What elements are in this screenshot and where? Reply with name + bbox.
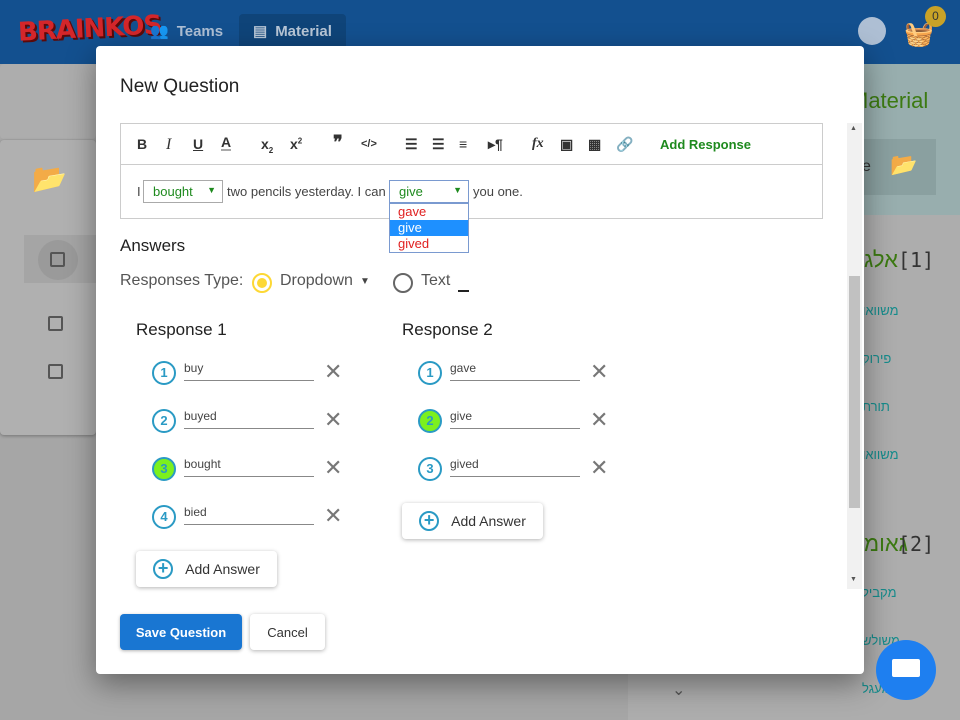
answer-number-badge[interactable]: 1 bbox=[152, 361, 176, 385]
add-response-button[interactable]: Add Response bbox=[660, 137, 751, 152]
row-checkbox[interactable] bbox=[48, 316, 63, 331]
answer-row: 1 buy ✕ bbox=[152, 361, 352, 387]
answers-title: Answers bbox=[120, 236, 186, 255]
dialog-scrollbar[interactable]: ▲ ▼ bbox=[847, 123, 862, 589]
new-question-dialog: New Question B I U A x2 x2 ❞ </> ☰ ☰ ≡ ▸… bbox=[96, 46, 864, 674]
formula-icon[interactable]: fx bbox=[532, 136, 544, 152]
close-icon[interactable]: ✕ bbox=[590, 457, 608, 479]
answer-input[interactable]: buy bbox=[184, 359, 314, 381]
bullet-list-icon[interactable]: ☰ bbox=[432, 136, 445, 153]
cancel-button[interactable]: Cancel bbox=[250, 614, 325, 650]
italic-icon[interactable]: I bbox=[166, 136, 171, 154]
text-input-icon bbox=[458, 290, 469, 292]
text-radio[interactable] bbox=[393, 273, 413, 293]
answer-row: 3 gived ✕ bbox=[418, 457, 618, 483]
superscript-icon[interactable]: x2 bbox=[290, 136, 302, 152]
answer-input[interactable]: bought bbox=[184, 455, 314, 477]
quote-icon[interactable]: ❞ bbox=[333, 132, 343, 153]
answer-number-badge[interactable]: 3 bbox=[418, 457, 442, 481]
text-direction-icon[interactable]: ▸¶ bbox=[488, 136, 503, 153]
dialog-title: New Question bbox=[120, 76, 240, 97]
folder-open-icon[interactable]: 📂 bbox=[890, 152, 917, 178]
close-icon[interactable]: ✕ bbox=[324, 361, 342, 383]
ordered-list-icon[interactable]: ☰ bbox=[405, 136, 418, 153]
answer-number-badge[interactable]: 4 bbox=[152, 505, 176, 529]
response-2-select[interactable]: give ▼ bbox=[389, 180, 469, 203]
answer-input[interactable]: gave bbox=[450, 359, 580, 381]
option-gave[interactable]: gave bbox=[390, 204, 468, 220]
caret-down-icon: ▼ bbox=[360, 276, 370, 287]
response-1-select[interactable]: bought ▼ bbox=[143, 180, 223, 203]
response-2-options: gave give gived bbox=[389, 203, 469, 253]
answer-row: 4 bied ✕ bbox=[152, 505, 352, 531]
option-gived[interactable]: gived bbox=[390, 236, 468, 252]
plus-circle-icon: + bbox=[419, 511, 440, 531]
answer-row: 3 bought ✕ bbox=[152, 457, 352, 483]
answer-number-badge[interactable]: 1 bbox=[418, 361, 442, 385]
answer-number-badge[interactable]: 3 bbox=[152, 457, 176, 481]
answer-row: 2 give ✕ bbox=[418, 409, 618, 435]
plus-circle-icon: + bbox=[153, 559, 174, 579]
scrollbar-thumb[interactable] bbox=[849, 276, 860, 508]
account-icon[interactable] bbox=[858, 17, 886, 45]
answer-row: 1 gave ✕ bbox=[418, 361, 618, 387]
chevron-down-icon[interactable]: ⌄ bbox=[672, 680, 685, 700]
close-icon[interactable]: ✕ bbox=[324, 457, 342, 479]
nav-material[interactable]: ▤ Material bbox=[239, 14, 346, 48]
add-answer-button[interactable]: + Add Answer bbox=[402, 503, 543, 539]
subscript-icon[interactable]: x2 bbox=[261, 136, 273, 155]
nav-teams[interactable]: 👥 Teams bbox=[136, 14, 237, 48]
align-icon[interactable]: ≡ bbox=[459, 136, 467, 152]
left-top-card bbox=[0, 64, 96, 139]
link-icon[interactable]: 🔗 bbox=[616, 136, 633, 153]
chat-icon bbox=[892, 659, 920, 677]
chat-button[interactable] bbox=[876, 640, 936, 700]
option-give[interactable]: give bbox=[390, 220, 468, 236]
answer-input[interactable]: bied bbox=[184, 503, 314, 525]
answer-row: 2 buyed ✕ bbox=[152, 409, 352, 435]
select-all-checkbox[interactable] bbox=[50, 252, 65, 267]
save-question-button[interactable]: Save Question bbox=[120, 614, 242, 650]
dropdown-radio[interactable] bbox=[252, 273, 272, 293]
add-answer-button[interactable]: + Add Answer bbox=[136, 551, 277, 587]
close-icon[interactable]: ✕ bbox=[590, 409, 608, 431]
code-icon[interactable]: </> bbox=[361, 138, 377, 150]
answer-input[interactable]: gived bbox=[450, 455, 580, 477]
answer-number-badge[interactable]: 2 bbox=[152, 409, 176, 433]
underline-icon[interactable]: U bbox=[193, 136, 203, 152]
answer-input[interactable]: buyed bbox=[184, 407, 314, 429]
question-editor[interactable]: B I U A x2 x2 ❞ </> ☰ ☰ ≡ ▸¶ fx ▣ ▦ 🔗 Ad… bbox=[120, 123, 823, 253]
answer-number-badge[interactable]: 2 bbox=[418, 409, 442, 433]
folder-open-icon: 📂 bbox=[32, 163, 67, 194]
video-icon[interactable]: ▦ bbox=[588, 136, 601, 153]
close-icon[interactable]: ✕ bbox=[324, 409, 342, 431]
close-icon[interactable]: ✕ bbox=[324, 505, 342, 527]
people-icon: 👥 bbox=[150, 23, 169, 40]
left-card: 📂 bbox=[0, 140, 96, 435]
library-icon: ▤ bbox=[253, 23, 268, 40]
row-checkbox[interactable] bbox=[48, 364, 63, 379]
image-icon[interactable]: ▣ bbox=[560, 136, 573, 153]
text-color-icon[interactable]: A bbox=[221, 135, 232, 151]
answer-input[interactable]: give bbox=[450, 407, 580, 429]
cart-badge: 0 bbox=[925, 6, 946, 27]
close-icon[interactable]: ✕ bbox=[590, 361, 608, 383]
editor-toolbar: B I U A x2 x2 ❞ </> ☰ ☰ ≡ ▸¶ fx ▣ ▦ 🔗 Ad… bbox=[121, 124, 822, 165]
bold-icon[interactable]: B bbox=[137, 136, 147, 152]
